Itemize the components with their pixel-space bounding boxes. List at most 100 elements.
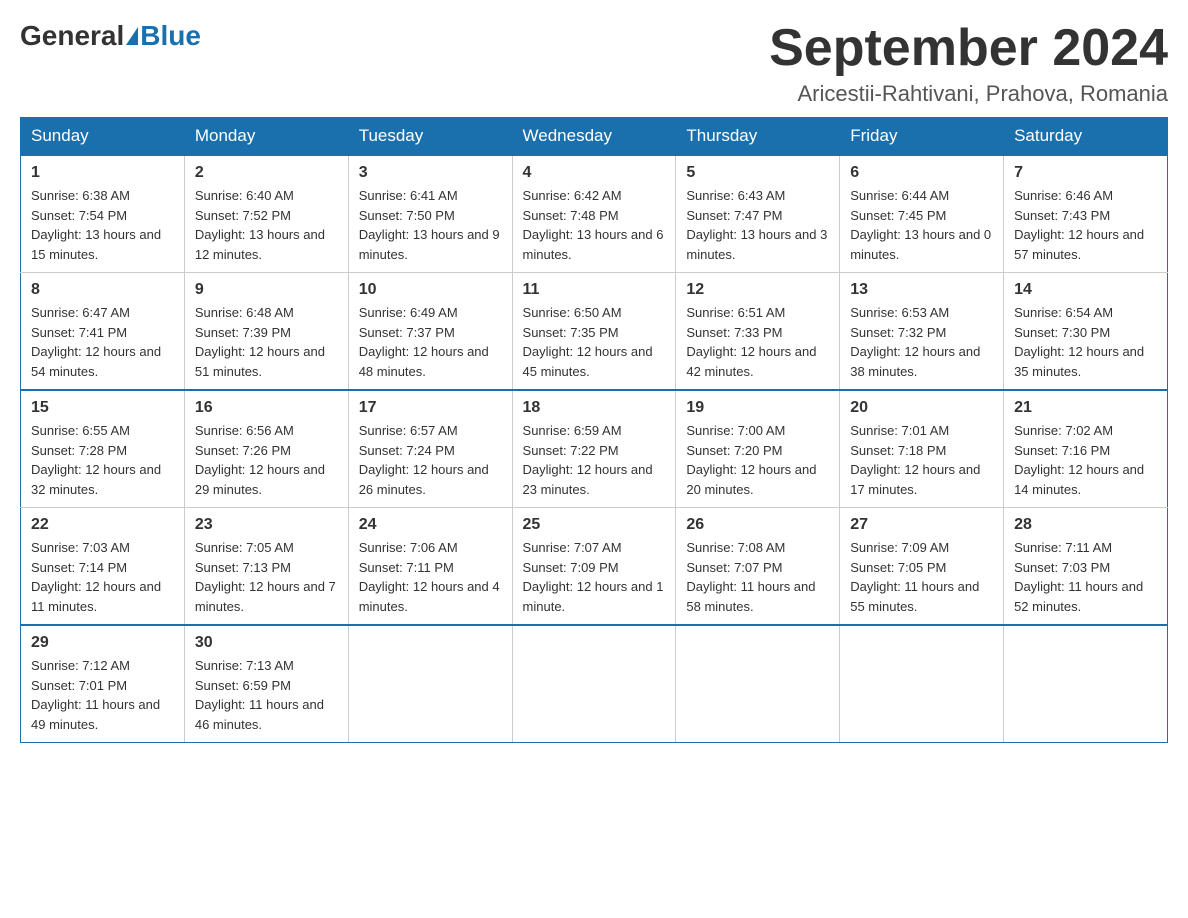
calendar-week-row: 22 Sunrise: 7:03 AM Sunset: 7:14 PM Dayl… xyxy=(21,508,1168,626)
table-row: 2 Sunrise: 6:40 AM Sunset: 7:52 PM Dayli… xyxy=(184,155,348,273)
day-info: Sunrise: 6:40 AM Sunset: 7:52 PM Dayligh… xyxy=(195,186,338,264)
title-block: September 2024 Aricestii-Rahtivani, Prah… xyxy=(769,20,1168,107)
day-info: Sunrise: 6:49 AM Sunset: 7:37 PM Dayligh… xyxy=(359,303,502,381)
day-info: Sunrise: 7:12 AM Sunset: 7:01 PM Dayligh… xyxy=(31,656,174,734)
header-thursday: Thursday xyxy=(676,118,840,156)
day-number: 9 xyxy=(195,281,338,299)
day-info: Sunrise: 6:59 AM Sunset: 7:22 PM Dayligh… xyxy=(523,421,666,499)
day-info: Sunrise: 7:09 AM Sunset: 7:05 PM Dayligh… xyxy=(850,538,993,616)
table-row xyxy=(1004,625,1168,743)
day-number: 30 xyxy=(195,634,338,652)
day-info: Sunrise: 7:06 AM Sunset: 7:11 PM Dayligh… xyxy=(359,538,502,616)
day-number: 7 xyxy=(1014,164,1157,182)
day-number: 10 xyxy=(359,281,502,299)
day-info: Sunrise: 6:53 AM Sunset: 7:32 PM Dayligh… xyxy=(850,303,993,381)
header-monday: Monday xyxy=(184,118,348,156)
day-number: 14 xyxy=(1014,281,1157,299)
calendar-table: Sunday Monday Tuesday Wednesday Thursday… xyxy=(20,117,1168,743)
day-number: 5 xyxy=(686,164,829,182)
table-row: 12 Sunrise: 6:51 AM Sunset: 7:33 PM Dayl… xyxy=(676,273,840,391)
day-number: 29 xyxy=(31,634,174,652)
table-row: 13 Sunrise: 6:53 AM Sunset: 7:32 PM Dayl… xyxy=(840,273,1004,391)
table-row: 5 Sunrise: 6:43 AM Sunset: 7:47 PM Dayli… xyxy=(676,155,840,273)
logo-general-text: General xyxy=(20,20,124,52)
day-info: Sunrise: 6:51 AM Sunset: 7:33 PM Dayligh… xyxy=(686,303,829,381)
calendar-week-row: 8 Sunrise: 6:47 AM Sunset: 7:41 PM Dayli… xyxy=(21,273,1168,391)
day-number: 21 xyxy=(1014,399,1157,417)
day-number: 8 xyxy=(31,281,174,299)
table-row: 28 Sunrise: 7:11 AM Sunset: 7:03 PM Dayl… xyxy=(1004,508,1168,626)
day-info: Sunrise: 6:46 AM Sunset: 7:43 PM Dayligh… xyxy=(1014,186,1157,264)
day-number: 15 xyxy=(31,399,174,417)
table-row: 10 Sunrise: 6:49 AM Sunset: 7:37 PM Dayl… xyxy=(348,273,512,391)
day-info: Sunrise: 6:56 AM Sunset: 7:26 PM Dayligh… xyxy=(195,421,338,499)
day-number: 4 xyxy=(523,164,666,182)
table-row: 29 Sunrise: 7:12 AM Sunset: 7:01 PM Dayl… xyxy=(21,625,185,743)
calendar-header-row: Sunday Monday Tuesday Wednesday Thursday… xyxy=(21,118,1168,156)
day-info: Sunrise: 6:42 AM Sunset: 7:48 PM Dayligh… xyxy=(523,186,666,264)
table-row: 6 Sunrise: 6:44 AM Sunset: 7:45 PM Dayli… xyxy=(840,155,1004,273)
day-info: Sunrise: 6:54 AM Sunset: 7:30 PM Dayligh… xyxy=(1014,303,1157,381)
header-sunday: Sunday xyxy=(21,118,185,156)
day-info: Sunrise: 7:07 AM Sunset: 7:09 PM Dayligh… xyxy=(523,538,666,616)
day-number: 23 xyxy=(195,516,338,534)
table-row: 16 Sunrise: 6:56 AM Sunset: 7:26 PM Dayl… xyxy=(184,390,348,508)
day-info: Sunrise: 7:08 AM Sunset: 7:07 PM Dayligh… xyxy=(686,538,829,616)
calendar-week-row: 15 Sunrise: 6:55 AM Sunset: 7:28 PM Dayl… xyxy=(21,390,1168,508)
day-number: 22 xyxy=(31,516,174,534)
day-number: 28 xyxy=(1014,516,1157,534)
table-row xyxy=(840,625,1004,743)
day-info: Sunrise: 6:48 AM Sunset: 7:39 PM Dayligh… xyxy=(195,303,338,381)
table-row: 8 Sunrise: 6:47 AM Sunset: 7:41 PM Dayli… xyxy=(21,273,185,391)
day-number: 20 xyxy=(850,399,993,417)
day-number: 17 xyxy=(359,399,502,417)
table-row xyxy=(676,625,840,743)
day-number: 1 xyxy=(31,164,174,182)
day-info: Sunrise: 7:00 AM Sunset: 7:20 PM Dayligh… xyxy=(686,421,829,499)
calendar-week-row: 29 Sunrise: 7:12 AM Sunset: 7:01 PM Dayl… xyxy=(21,625,1168,743)
day-number: 18 xyxy=(523,399,666,417)
table-row: 25 Sunrise: 7:07 AM Sunset: 7:09 PM Dayl… xyxy=(512,508,676,626)
day-info: Sunrise: 6:47 AM Sunset: 7:41 PM Dayligh… xyxy=(31,303,174,381)
day-info: Sunrise: 6:55 AM Sunset: 7:28 PM Dayligh… xyxy=(31,421,174,499)
table-row: 21 Sunrise: 7:02 AM Sunset: 7:16 PM Dayl… xyxy=(1004,390,1168,508)
day-number: 16 xyxy=(195,399,338,417)
table-row: 23 Sunrise: 7:05 AM Sunset: 7:13 PM Dayl… xyxy=(184,508,348,626)
table-row: 17 Sunrise: 6:57 AM Sunset: 7:24 PM Dayl… xyxy=(348,390,512,508)
logo-blue-text: Blue xyxy=(140,20,201,52)
table-row: 9 Sunrise: 6:48 AM Sunset: 7:39 PM Dayli… xyxy=(184,273,348,391)
day-info: Sunrise: 6:38 AM Sunset: 7:54 PM Dayligh… xyxy=(31,186,174,264)
day-info: Sunrise: 7:01 AM Sunset: 7:18 PM Dayligh… xyxy=(850,421,993,499)
table-row: 19 Sunrise: 7:00 AM Sunset: 7:20 PM Dayl… xyxy=(676,390,840,508)
day-info: Sunrise: 7:02 AM Sunset: 7:16 PM Dayligh… xyxy=(1014,421,1157,499)
header-wednesday: Wednesday xyxy=(512,118,676,156)
day-number: 13 xyxy=(850,281,993,299)
day-number: 12 xyxy=(686,281,829,299)
day-number: 27 xyxy=(850,516,993,534)
table-row xyxy=(348,625,512,743)
table-row: 1 Sunrise: 6:38 AM Sunset: 7:54 PM Dayli… xyxy=(21,155,185,273)
table-row: 22 Sunrise: 7:03 AM Sunset: 7:14 PM Dayl… xyxy=(21,508,185,626)
location-text: Aricestii-Rahtivani, Prahova, Romania xyxy=(769,81,1168,107)
day-number: 25 xyxy=(523,516,666,534)
table-row: 20 Sunrise: 7:01 AM Sunset: 7:18 PM Dayl… xyxy=(840,390,1004,508)
logo: General Blue xyxy=(20,20,201,52)
table-row: 7 Sunrise: 6:46 AM Sunset: 7:43 PM Dayli… xyxy=(1004,155,1168,273)
day-number: 11 xyxy=(523,281,666,299)
table-row: 15 Sunrise: 6:55 AM Sunset: 7:28 PM Dayl… xyxy=(21,390,185,508)
day-number: 19 xyxy=(686,399,829,417)
day-info: Sunrise: 6:43 AM Sunset: 7:47 PM Dayligh… xyxy=(686,186,829,264)
table-row: 26 Sunrise: 7:08 AM Sunset: 7:07 PM Dayl… xyxy=(676,508,840,626)
month-title: September 2024 xyxy=(769,20,1168,77)
day-info: Sunrise: 6:57 AM Sunset: 7:24 PM Dayligh… xyxy=(359,421,502,499)
logo-triangle-icon xyxy=(126,27,138,45)
table-row: 3 Sunrise: 6:41 AM Sunset: 7:50 PM Dayli… xyxy=(348,155,512,273)
table-row: 30 Sunrise: 7:13 AM Sunset: 6:59 PM Dayl… xyxy=(184,625,348,743)
day-info: Sunrise: 6:44 AM Sunset: 7:45 PM Dayligh… xyxy=(850,186,993,264)
header-friday: Friday xyxy=(840,118,1004,156)
table-row: 4 Sunrise: 6:42 AM Sunset: 7:48 PM Dayli… xyxy=(512,155,676,273)
day-number: 2 xyxy=(195,164,338,182)
day-number: 26 xyxy=(686,516,829,534)
table-row xyxy=(512,625,676,743)
day-info: Sunrise: 7:03 AM Sunset: 7:14 PM Dayligh… xyxy=(31,538,174,616)
